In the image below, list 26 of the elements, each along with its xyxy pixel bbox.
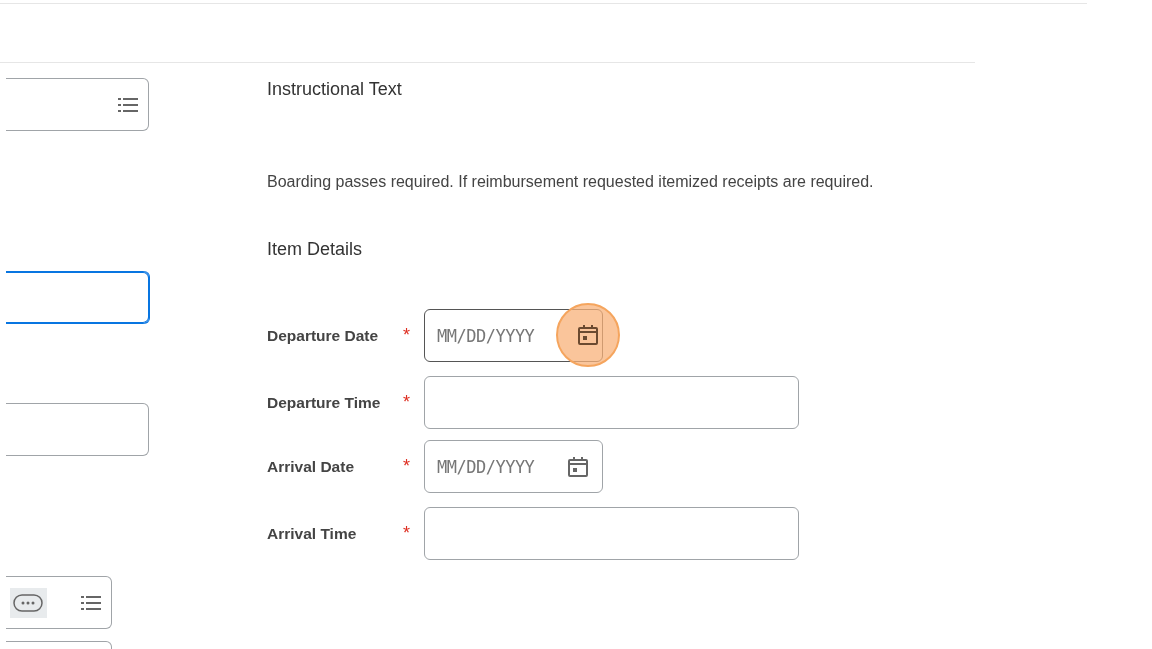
more-icon: [13, 593, 43, 612]
required-mark: *: [403, 456, 411, 477]
required-mark: *: [403, 523, 411, 544]
time-field[interactable]: [424, 507, 799, 560]
field-label: Arrival Time: [267, 524, 358, 543]
field-label: Departure Date: [267, 326, 380, 345]
list-icon[interactable]: [81, 594, 101, 611]
placeholder: MM/DD/YYYY: [437, 325, 535, 346]
calendar-icon[interactable]: [576, 323, 600, 347]
date-field[interactable]: MM/DD/YYYY: [424, 440, 603, 493]
list-icon[interactable]: [118, 96, 138, 113]
required-mark: *: [403, 325, 411, 346]
input-field[interactable]: [6, 576, 112, 629]
time-field[interactable]: [424, 376, 799, 429]
field-label: Arrival Date: [267, 457, 355, 476]
section-heading: Item Details: [267, 239, 364, 260]
required-mark: *: [403, 392, 411, 413]
field-label: Departure Time: [267, 393, 382, 412]
calendar-icon[interactable]: [566, 454, 590, 479]
input-field[interactable]: [6, 403, 149, 456]
instruction-text: Boarding passes required. If reimbursement requested itemized receipts are required.: [267, 172, 875, 192]
section-heading: Instructional Text: [267, 79, 403, 100]
chip[interactable]: [10, 587, 47, 618]
input-field[interactable]: [6, 78, 149, 131]
input-field[interactable]: [6, 271, 149, 324]
placeholder: MM/DD/YYYY: [437, 456, 535, 477]
